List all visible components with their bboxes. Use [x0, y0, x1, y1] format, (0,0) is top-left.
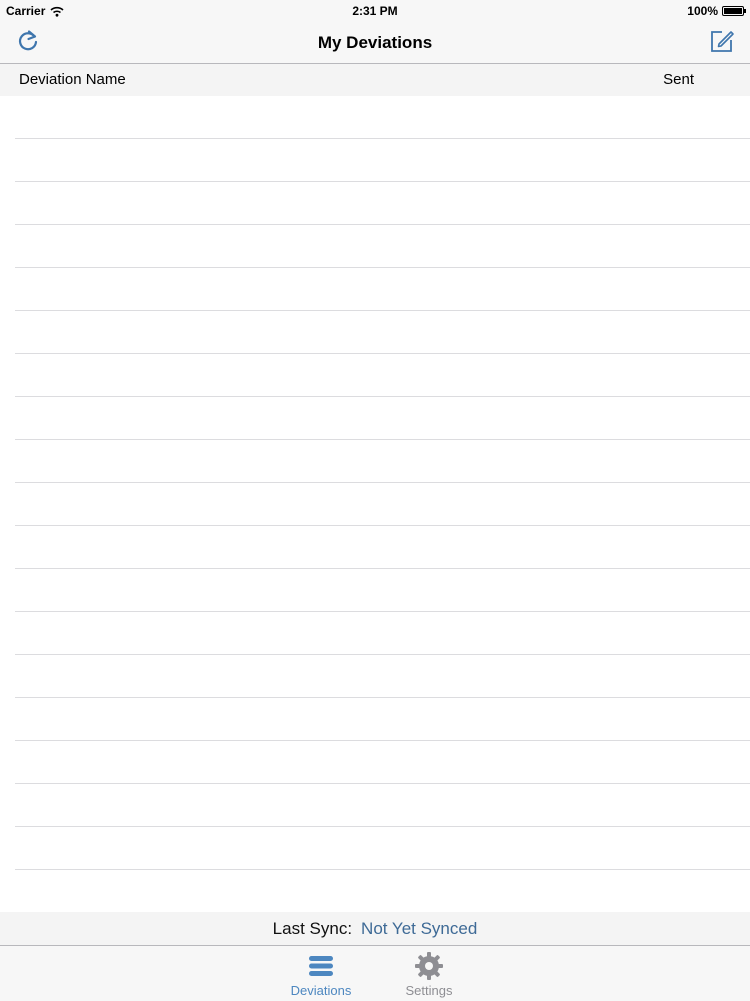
table-column-header: Deviation Name Sent	[0, 64, 750, 96]
tab-bar: Deviations Settings	[0, 945, 750, 1001]
gear-icon	[415, 952, 443, 980]
list-icon	[309, 956, 333, 976]
empty-table-row	[15, 139, 750, 182]
battery-icon	[722, 6, 746, 16]
empty-table-row	[15, 698, 750, 741]
empty-table-row	[15, 182, 750, 225]
empty-table-row	[15, 483, 750, 526]
empty-table-row	[15, 354, 750, 397]
empty-table-row	[15, 397, 750, 440]
empty-table-row	[15, 827, 750, 870]
empty-table-row	[15, 225, 750, 268]
status-time: 2:31 PM	[352, 4, 398, 18]
status-bar: Carrier 2:31 PM 100%	[0, 0, 750, 22]
compose-icon[interactable]	[708, 27, 736, 55]
empty-table-row	[15, 526, 750, 569]
empty-table-row	[15, 655, 750, 698]
sync-status-bar: Last Sync: Not Yet Synced	[0, 912, 750, 945]
empty-table-row	[15, 569, 750, 612]
last-sync-label: Last Sync:	[272, 918, 353, 938]
empty-table-row	[15, 741, 750, 784]
column-deviation-name: Deviation Name	[19, 71, 126, 88]
tab-settings-label: Settings	[405, 983, 453, 998]
tab-deviations-label: Deviations	[290, 983, 352, 998]
empty-table-row	[15, 612, 750, 655]
tab-settings[interactable]: Settings	[384, 950, 474, 998]
deviations-table[interactable]	[0, 96, 750, 912]
empty-table-row	[15, 784, 750, 827]
empty-table-row	[15, 440, 750, 483]
battery-indicator: 100%	[687, 4, 746, 18]
column-sent: Sent	[663, 71, 694, 88]
empty-table-row	[15, 96, 750, 139]
last-sync-value: Not Yet Synced	[361, 918, 478, 938]
navigation-bar: My Deviations	[0, 22, 750, 64]
page-title: My Deviations	[317, 33, 433, 52]
battery-percent: 100%	[687, 4, 718, 18]
empty-table-row	[15, 268, 750, 311]
tab-deviations[interactable]: Deviations	[276, 950, 366, 998]
empty-table-row	[15, 311, 750, 354]
